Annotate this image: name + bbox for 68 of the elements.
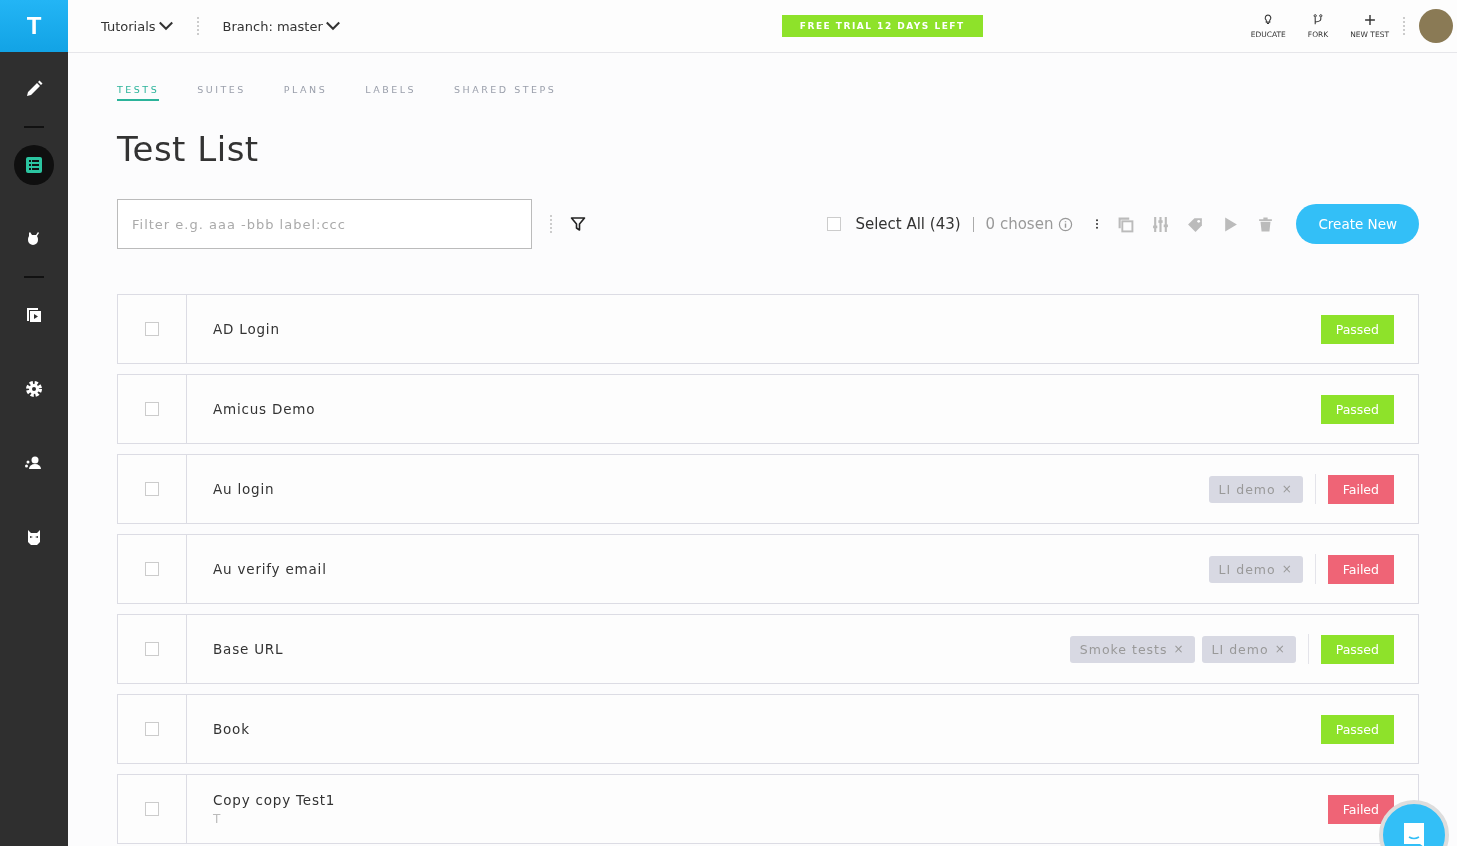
row-checkbox[interactable] [145, 482, 159, 496]
select-all-checkbox[interactable] [827, 217, 842, 231]
tab[interactable]: SUITES [197, 83, 246, 101]
test-row[interactable]: Copy copy Test1 T Failed [117, 774, 1419, 844]
tab[interactable]: LABELS [365, 83, 417, 101]
sidebar-item[interactable] [14, 145, 54, 185]
sliders-icon[interactable] [1152, 215, 1170, 233]
label-chip[interactable]: LI demo × [1208, 555, 1303, 583]
settings-icon [24, 379, 44, 399]
remove-label-button[interactable]: × [1173, 641, 1185, 657]
filter-field[interactable]: Filter e.g. aaa -bbb label:ccc [117, 199, 532, 249]
status-badge: Failed [1327, 474, 1394, 504]
test-row[interactable]: Au login LI demo × Failed [117, 454, 1419, 524]
pencil-icon [24, 79, 44, 99]
user-avatar[interactable] [1419, 9, 1453, 43]
chosen-count: 0 chosen [985, 215, 1054, 233]
row-checkbox[interactable] [145, 802, 159, 816]
project-dropdown[interactable]: Tutorials [101, 18, 173, 34]
trial-banner[interactable]: FREE TRIAL 12 DAYS LEFT [781, 15, 983, 37]
select-all-label: Select All (43) [855, 215, 961, 233]
test-name: Au verify email [213, 561, 327, 577]
create-new-button[interactable]: Create New [1296, 204, 1419, 244]
plus-icon [1362, 13, 1377, 27]
page-title: Test List [117, 129, 260, 169]
test-name: Copy copy Test1 [213, 792, 336, 808]
info-icon[interactable] [1058, 215, 1074, 233]
test-name: Au login [213, 481, 275, 497]
row-checkbox[interactable] [145, 722, 159, 736]
status-badge: Passed [1320, 314, 1394, 344]
test-name: Book [213, 721, 250, 737]
filter-icon[interactable] [570, 216, 586, 232]
fork-icon [1311, 13, 1325, 27]
status-badge: Failed [1327, 554, 1394, 584]
row-checkbox[interactable] [145, 322, 159, 336]
list-icon [24, 155, 44, 175]
test-row[interactable]: Book Passed [117, 694, 1419, 764]
tab[interactable]: TESTS [117, 83, 160, 101]
label-chip[interactable]: LI demo × [1201, 635, 1296, 663]
status-badge: Passed [1320, 714, 1394, 744]
remove-label-button[interactable]: × [1281, 561, 1293, 577]
row-checkbox[interactable] [145, 562, 159, 576]
play-icon[interactable] [1222, 215, 1240, 233]
chevron-down-icon [158, 19, 173, 33]
branch-dropdown[interactable]: Branch: master [222, 18, 340, 34]
tag-icon[interactable] [1187, 215, 1205, 233]
row-checkbox[interactable] [145, 642, 159, 656]
test-name: Base URL [213, 641, 284, 657]
tab[interactable]: SHARED STEPS [454, 83, 557, 101]
remove-label-button[interactable]: × [1274, 641, 1286, 657]
test-row[interactable]: Base URL Smoke tests × LI demo × Passed [117, 614, 1419, 684]
chevron-down-icon [325, 19, 340, 33]
test-row[interactable]: AD Login Passed [117, 294, 1419, 364]
test-name: Amicus Demo [213, 401, 316, 417]
status-badge: Passed [1320, 394, 1394, 424]
trash-icon[interactable] [1257, 215, 1275, 233]
test-row[interactable]: Amicus Demo Passed [117, 374, 1419, 444]
app-logo[interactable]: T [0, 0, 68, 52]
video-copy-icon [24, 305, 44, 325]
copy-icon[interactable] [1117, 215, 1135, 233]
status-badge: Passed [1320, 634, 1394, 664]
test-subtitle: T [213, 812, 222, 826]
label-chip[interactable]: LI demo × [1208, 475, 1303, 503]
row-checkbox[interactable] [145, 402, 159, 416]
test-row[interactable]: Au verify email LI demo × Failed [117, 534, 1419, 604]
tab[interactable]: PLANS [283, 83, 328, 101]
remove-label-button[interactable]: × [1281, 481, 1293, 497]
test-name: AD Login [213, 321, 280, 337]
label-chip[interactable]: Smoke tests × [1069, 635, 1195, 663]
